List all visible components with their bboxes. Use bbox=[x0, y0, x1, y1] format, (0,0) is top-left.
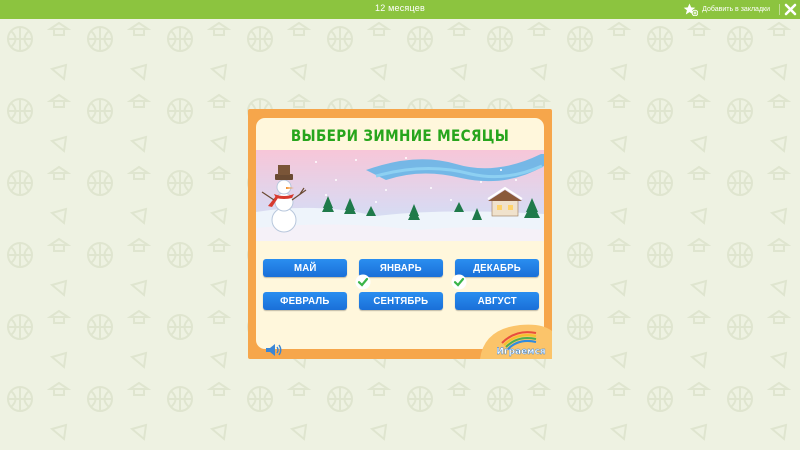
game-panel: ВЫБЕРИ ЗИМНИЕ МЕСЯЦЫ МАЙ ЯНВАРЬ ДЕКАБРЬ … bbox=[256, 118, 544, 349]
topbar-divider bbox=[779, 4, 780, 15]
igraemsa-logo: Играемся bbox=[480, 324, 552, 359]
page-title: 12 месяцев bbox=[375, 3, 425, 13]
top-bar: 12 месяцев Добавить в закладки bbox=[0, 0, 800, 19]
month-label: ФЕВРАЛЬ bbox=[280, 295, 330, 307]
game-frame: ВЫБЕРИ ЗИМНИЕ МЕСЯЦЫ МАЙ ЯНВАРЬ ДЕКАБРЬ … bbox=[248, 109, 552, 359]
month-label: АВГУСТ bbox=[477, 295, 517, 307]
month-label: ДЕКАБРЬ bbox=[473, 262, 521, 274]
month-button-january[interactable]: ЯНВАРЬ bbox=[359, 259, 443, 277]
month-button-september[interactable]: СЕНТЯБРЬ bbox=[359, 292, 443, 310]
add-bookmark-label: Добавить в закладки bbox=[702, 6, 770, 13]
month-label: СЕНТЯБРЬ bbox=[373, 295, 429, 307]
month-button-may[interactable]: МАЙ bbox=[263, 259, 347, 277]
month-button-february[interactable]: ФЕВРАЛЬ bbox=[263, 292, 347, 310]
check-icon bbox=[451, 274, 467, 290]
close-icon[interactable] bbox=[783, 2, 798, 17]
month-button-august[interactable]: АВГУСТ bbox=[455, 292, 539, 310]
add-bookmark-button[interactable]: Добавить в закладки bbox=[683, 2, 770, 17]
game-heading: ВЫБЕРИ ЗИМНИЕ МЕСЯЦЫ bbox=[290, 126, 510, 145]
star-plus-icon bbox=[683, 3, 699, 16]
month-label: МАЙ bbox=[293, 262, 317, 274]
month-label: ЯНВАРЬ bbox=[380, 262, 422, 274]
speaker-icon[interactable] bbox=[265, 343, 283, 357]
month-button-december[interactable]: ДЕКАБРЬ bbox=[455, 259, 539, 277]
check-icon bbox=[355, 274, 371, 290]
logo-text: Играемся bbox=[496, 347, 546, 357]
winter-scene-image bbox=[256, 150, 544, 241]
